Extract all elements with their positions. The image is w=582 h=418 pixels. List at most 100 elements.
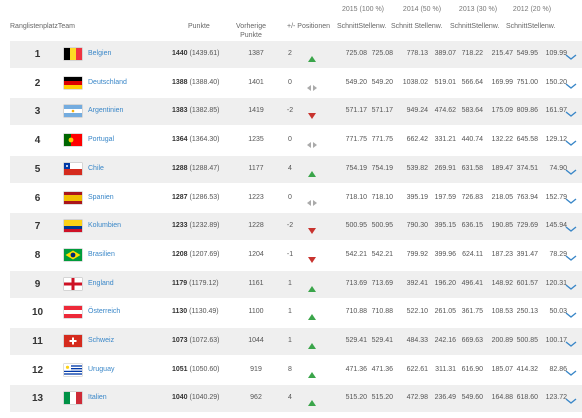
team-link[interactable]: Italien <box>88 394 107 401</box>
score-cell: 549.20 <box>371 78 393 86</box>
points: 1130 (1130.49) <box>172 308 219 315</box>
trend-same-icon <box>307 136 317 149</box>
score-cell: 624.11 <box>462 250 483 258</box>
rank-number: 4 <box>34 135 41 147</box>
score-cell: 82.86 <box>549 365 567 373</box>
column-header-previous-line1: Vorherige <box>236 23 266 30</box>
trend-up-icon <box>307 337 317 349</box>
points: 1233 (1232.89) <box>172 222 220 229</box>
table-row: 10 Österreich 1130 (1130.49) 1100 1 710.88 710… <box>10 299 582 326</box>
points-value: 1208 <box>172 250 188 258</box>
chevron-down-icon[interactable] <box>565 135 577 146</box>
team-link[interactable]: Kolumbien <box>88 222 121 229</box>
points-exact: (1072.63) <box>189 337 220 344</box>
score-cell: 78.29 <box>549 250 567 258</box>
score-cell: 100.17 <box>545 337 567 344</box>
previous-points: 919 <box>250 365 262 373</box>
team-link[interactable]: Argentinien <box>88 107 123 114</box>
chevron-down-icon[interactable] <box>565 250 577 261</box>
team-link[interactable]: Österreich <box>88 308 120 315</box>
points: 1051 (1050.60) <box>172 366 220 373</box>
team-link[interactable]: Deutschland <box>88 79 127 86</box>
fifa-ranking-table: { "year_headers": ["2015 (100 %)", "2014… <box>0 0 582 418</box>
previous-points: 1204 <box>248 250 264 258</box>
points-value: 1073 <box>172 337 188 344</box>
rank-number: 2 <box>34 77 41 89</box>
position-change: 0 <box>288 136 292 144</box>
trend-same-icon <box>307 194 317 206</box>
points-exact: (1050.60) <box>189 365 220 373</box>
germany-flag-icon <box>64 76 82 89</box>
score-cell: 50.03 <box>549 308 567 316</box>
points-exact: (1364.30) <box>189 136 220 144</box>
team-link[interactable]: Chile <box>88 165 104 172</box>
brazil-flag-icon <box>64 248 82 261</box>
score-cell: 500.95 <box>371 222 393 230</box>
colombia-flag-icon <box>64 220 82 233</box>
points-exact: (1130.49) <box>189 308 219 316</box>
points-value: 1179 <box>172 279 188 287</box>
team-link[interactable]: Brasilien <box>88 251 115 258</box>
austria-flag-icon <box>64 306 82 319</box>
chevron-down-icon[interactable] <box>565 307 577 319</box>
score-cell: 713.69 <box>371 279 393 287</box>
team-link[interactable]: Uruguay <box>88 366 114 373</box>
chevron-down-icon[interactable] <box>565 221 577 233</box>
position-change: 0 <box>288 78 292 86</box>
rank-number: 1 <box>34 49 41 60</box>
chevron-down-icon[interactable] <box>565 78 577 89</box>
chevron-down-icon[interactable] <box>565 279 577 290</box>
position-change: 1 <box>288 279 292 287</box>
points-value: 1383 <box>172 107 188 115</box>
team-link[interactable]: England <box>88 280 114 287</box>
points-exact: (1286.53) <box>189 193 220 201</box>
chevron-down-icon[interactable] <box>565 164 577 175</box>
rank-number: 8 <box>34 249 41 261</box>
score-cell: 725.08 <box>371 50 393 57</box>
england-flag-icon <box>64 277 82 290</box>
column-header-2013: SchnittStellenw. <box>450 23 500 30</box>
points: 1287 (1286.53) <box>172 194 220 201</box>
points: 1040 (1040.29) <box>172 394 220 401</box>
team-link[interactable]: Spanien <box>88 194 114 201</box>
score-cell: 566.64 <box>461 78 483 86</box>
points: 1383 (1382.85) <box>172 107 220 114</box>
year-header-2013: 2013 (30 %) <box>458 6 498 13</box>
trend-up-icon <box>307 50 317 62</box>
team-link[interactable]: Belgien <box>88 50 111 57</box>
points: 1073 (1072.63) <box>172 337 220 344</box>
chevron-down-icon[interactable] <box>565 49 577 60</box>
score-cell: 726.83 <box>461 193 483 201</box>
spain-flag-icon <box>64 191 82 204</box>
trend-up-icon <box>307 165 317 177</box>
points-value: 1130 <box>172 308 188 316</box>
chevron-down-icon[interactable] <box>565 106 577 118</box>
points: 1179 (1179.12) <box>172 280 219 287</box>
position-change: 1 <box>288 308 292 316</box>
points-exact: (1207.69) <box>189 250 220 258</box>
points-exact: (1439.61) <box>189 50 220 57</box>
table-row: 4 Portugal 1364 (1364.30) 1235 0 771.75 771.75… <box>10 127 582 154</box>
previous-points: 1044 <box>248 337 264 344</box>
score-cell: 542.21 <box>371 250 393 258</box>
year-header-2014: 2014 (50 %) <box>402 6 442 13</box>
trend-down-icon <box>307 222 317 235</box>
position-change: -1 <box>286 250 294 258</box>
team-link[interactable]: Portugal <box>88 136 114 143</box>
chevron-down-icon[interactable] <box>565 393 577 405</box>
score-cell: 123.72 <box>545 394 567 402</box>
column-header-2014: Schnitt Stellenw. <box>391 23 443 30</box>
table-row: 9 England 1179 (1179.12) 1161 1 713.69 713.69 3… <box>10 270 582 298</box>
column-header-rank-team: RanglistenplatzTeam <box>10 23 75 30</box>
points-exact: (1040.29) <box>189 394 220 402</box>
rank-number: 3 <box>34 106 41 118</box>
points-value: 1233 <box>172 222 188 230</box>
chevron-down-icon[interactable] <box>565 336 577 347</box>
rank-number: 7 <box>34 221 41 233</box>
chevron-down-icon[interactable] <box>565 365 577 376</box>
team-link[interactable]: Schweiz <box>88 337 114 344</box>
trend-down-icon <box>307 107 317 120</box>
chevron-down-icon[interactable] <box>565 193 577 204</box>
previous-points: 1387 <box>248 50 264 57</box>
points-value: 1288 <box>172 164 188 172</box>
